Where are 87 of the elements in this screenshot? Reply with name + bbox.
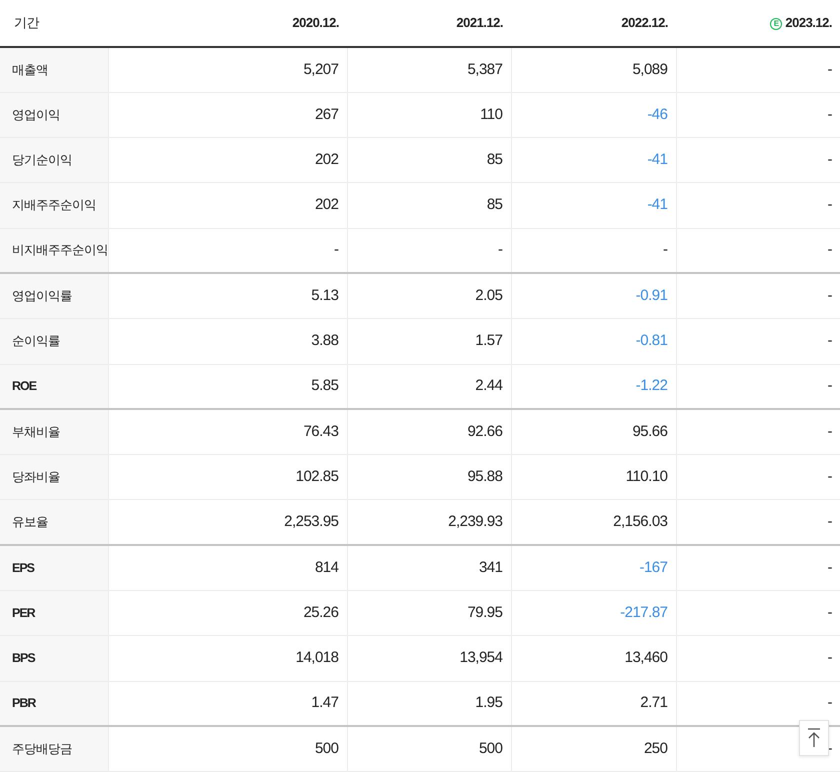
row-label: 지배주주순이익 bbox=[12, 198, 96, 212]
row-label: 당좌비율 bbox=[12, 470, 60, 484]
table-cell: 110 bbox=[480, 106, 502, 123]
table-cell: - bbox=[828, 694, 832, 712]
table-cell: 267 bbox=[314, 106, 338, 123]
row-label: 영업이익률 bbox=[12, 289, 72, 303]
column-header: 2023.12. bbox=[785, 15, 832, 30]
table-cell: 5,089 bbox=[632, 60, 668, 78]
table-cell: - bbox=[828, 513, 832, 530]
column-header: 2022.12. bbox=[621, 15, 668, 30]
table-cell: - bbox=[828, 604, 832, 621]
table-cell: - bbox=[828, 241, 832, 258]
table-cell: 1.95 bbox=[475, 694, 502, 712]
table-cell: 2.05 bbox=[475, 287, 502, 304]
table-cell: 2,239.93 bbox=[448, 513, 502, 530]
estimate-icon: E bbox=[770, 18, 782, 30]
row-label: PBR bbox=[12, 696, 36, 710]
table-cell: 92.66 bbox=[467, 423, 502, 440]
table-cell: - bbox=[828, 377, 832, 394]
table-cell: 110.10 bbox=[626, 468, 668, 486]
row-label: BPS bbox=[12, 651, 35, 666]
table-cell: 95.88 bbox=[467, 468, 502, 486]
table-cell: - bbox=[828, 106, 832, 123]
table-cell: - bbox=[828, 60, 832, 78]
table-cell: -41 bbox=[647, 196, 668, 214]
table-cell: 500 bbox=[478, 740, 502, 758]
row-label: 부채비율 bbox=[12, 424, 60, 439]
table-cell: 500 bbox=[314, 740, 338, 758]
row-label: 비지배주주순이익 bbox=[12, 243, 108, 258]
table-cell: -41 bbox=[647, 150, 668, 168]
row-label: 당기순이익 bbox=[12, 152, 72, 167]
table-cell: - bbox=[663, 241, 668, 258]
table-cell: 13,954 bbox=[460, 649, 502, 666]
column-header: 기간 bbox=[14, 15, 39, 30]
table-cell: -167 bbox=[639, 558, 668, 576]
row-label: EPS bbox=[12, 560, 34, 575]
table-cell: 25.26 bbox=[303, 604, 338, 621]
row-label: PER bbox=[12, 606, 35, 620]
table-cell: -1.22 bbox=[636, 377, 668, 394]
column-header: 2020.12. bbox=[292, 15, 339, 30]
table-cell: 2.44 bbox=[475, 377, 502, 394]
row-label: 순이익률 bbox=[12, 334, 60, 348]
table-cell: 5.13 bbox=[311, 287, 338, 304]
table-cell: - bbox=[828, 287, 832, 304]
table-cell: 76.43 bbox=[303, 423, 338, 440]
table-cell: - bbox=[828, 649, 832, 666]
table-cell: 13,460 bbox=[624, 649, 668, 666]
table-cell: 5,387 bbox=[467, 60, 502, 78]
table-cell: - bbox=[828, 196, 832, 214]
table-cell: -217.87 bbox=[620, 604, 668, 621]
table-cell: - bbox=[828, 150, 832, 168]
table-cell: - bbox=[334, 241, 338, 258]
row-label: 영업이익 bbox=[12, 108, 60, 122]
table-cell: 202 bbox=[314, 196, 338, 214]
table-cell: -0.81 bbox=[636, 332, 668, 350]
table-cell: 85 bbox=[486, 196, 502, 214]
scroll-to-top-button[interactable] bbox=[799, 720, 829, 756]
table-cell: 341 bbox=[478, 558, 502, 576]
table-cell: 1.57 bbox=[475, 332, 502, 350]
table-cell: 79.95 bbox=[467, 604, 502, 621]
arrow-up-icon bbox=[807, 728, 821, 748]
table-cell: 202 bbox=[314, 150, 338, 168]
table-cell: -0.91 bbox=[636, 287, 668, 304]
row-label: 유보율 bbox=[12, 514, 48, 529]
table-cell: -46 bbox=[647, 106, 668, 123]
table-cell: - bbox=[828, 558, 832, 576]
table-cell: 95.66 bbox=[632, 423, 668, 440]
table-cell: - bbox=[828, 423, 832, 440]
table-cell: 85 bbox=[486, 150, 502, 168]
row-label: 매출액 bbox=[12, 62, 48, 77]
table-cell: - bbox=[498, 241, 502, 258]
column-header: 2021.12. bbox=[456, 15, 503, 30]
table-cell: 1.47 bbox=[311, 694, 338, 712]
table-cell: 2,253.95 bbox=[284, 513, 338, 530]
table-cell: 14,018 bbox=[296, 649, 338, 666]
table-cell: 102.85 bbox=[296, 468, 338, 486]
table-cell: - bbox=[828, 468, 832, 486]
row-label: ROE bbox=[12, 379, 36, 394]
table-cell: 5.85 bbox=[311, 377, 338, 394]
table-cell: 250 bbox=[644, 740, 668, 758]
table-cell: 2,156.03 bbox=[613, 513, 668, 530]
table-cell: - bbox=[828, 332, 832, 350]
table-cell: 2.71 bbox=[640, 694, 668, 712]
row-label: 주당배당금 bbox=[12, 742, 72, 756]
table-cell: 3.88 bbox=[311, 332, 338, 350]
table-cell: 814 bbox=[314, 558, 338, 576]
table-cell: 5,207 bbox=[303, 60, 338, 78]
